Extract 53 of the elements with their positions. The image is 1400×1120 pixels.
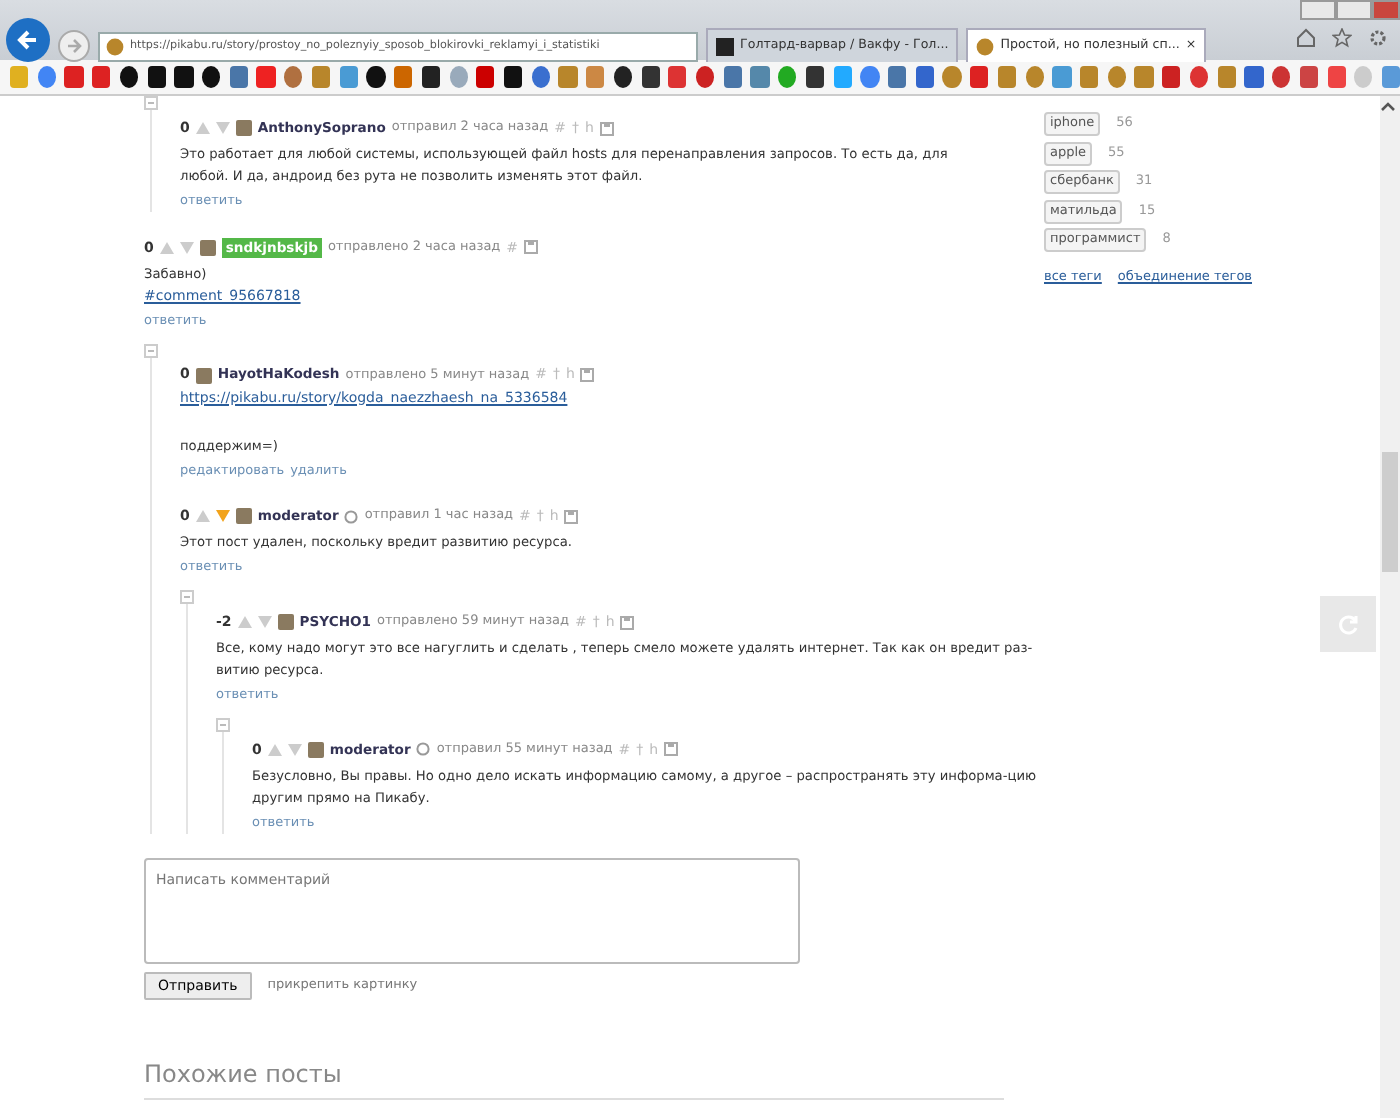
scroll-up-icon[interactable] <box>1380 100 1396 113</box>
collapse-icon[interactable] <box>216 717 230 732</box>
upvote-icon[interactable] <box>267 743 282 756</box>
save-icon[interactable] <box>524 240 539 255</box>
downvote-icon[interactable] <box>215 510 230 523</box>
downvote-icon[interactable] <box>215 122 230 134</box>
collapse-icon[interactable] <box>144 343 158 357</box>
upvote-icon[interactable] <box>195 510 210 523</box>
forward-button[interactable] <box>58 30 90 62</box>
upvote-icon[interactable] <box>195 122 210 134</box>
downvote-icon[interactable] <box>287 743 302 756</box>
avatar <box>277 614 294 630</box>
collapse-icon[interactable] <box>180 590 194 604</box>
avatar <box>235 120 252 136</box>
site-icon[interactable] <box>421 66 440 88</box>
scrollbar-thumb[interactable] <box>1382 452 1398 572</box>
home-icon[interactable] <box>1296 28 1316 48</box>
settings-icon[interactable] <box>1368 28 1388 48</box>
scrollbar[interactable] <box>1380 96 1400 1118</box>
save-icon[interactable] <box>664 742 679 757</box>
save-icon[interactable] <box>599 121 614 135</box>
site-icon[interactable] <box>174 66 194 88</box>
close-button[interactable] <box>1372 0 1400 20</box>
upvote-icon[interactable] <box>159 241 174 254</box>
site-icon[interactable] <box>613 66 633 88</box>
site-icon[interactable] <box>805 66 825 88</box>
back-arrow-icon <box>16 28 40 52</box>
avatar <box>199 239 216 256</box>
avatar <box>307 741 324 758</box>
minimize-button[interactable] <box>1300 0 1336 20</box>
site-icon[interactable] <box>503 66 523 88</box>
collapse-icon[interactable] <box>144 96 158 110</box>
site-icon <box>106 38 124 56</box>
downvote-icon[interactable] <box>179 241 194 254</box>
site-icon[interactable] <box>119 66 139 88</box>
site-icon[interactable] <box>641 66 660 88</box>
save-icon[interactable] <box>564 509 579 524</box>
save-icon[interactable] <box>580 368 595 382</box>
site-icon[interactable] <box>202 66 221 88</box>
site-icon[interactable] <box>147 66 166 88</box>
avatar <box>195 367 212 383</box>
maximize-button[interactable] <box>1336 0 1372 20</box>
section-heading: Похожие посты <box>144 1056 1004 1100</box>
star-icon[interactable] <box>1332 28 1352 48</box>
downvote-icon[interactable] <box>257 616 272 628</box>
back-button[interactable] <box>6 18 50 62</box>
upvote-icon[interactable] <box>237 616 252 628</box>
forward-arrow-icon <box>66 38 82 54</box>
site-icon <box>716 37 734 55</box>
avatar <box>235 508 252 525</box>
site-icon[interactable] <box>366 66 386 88</box>
save-icon[interactable] <box>620 615 635 629</box>
site-icon <box>976 37 995 55</box>
